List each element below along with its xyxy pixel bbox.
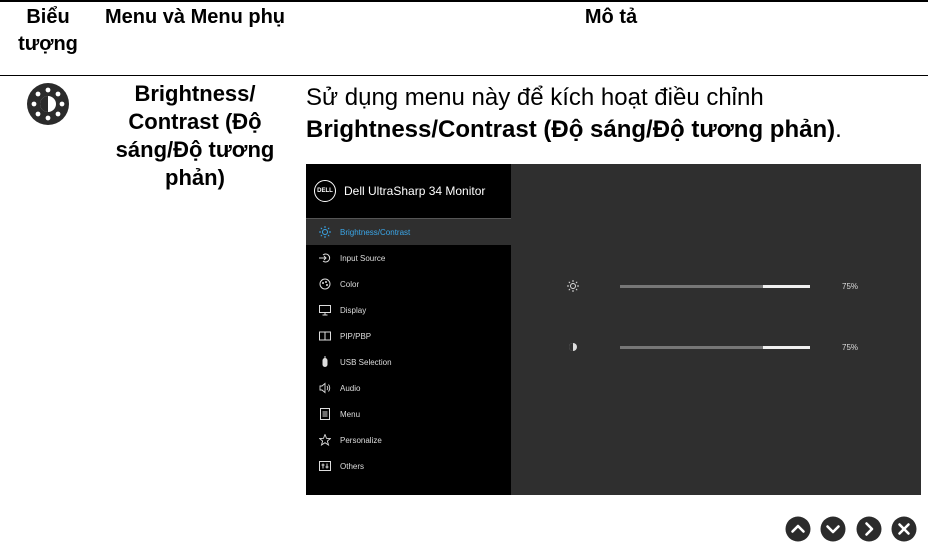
osd-sidebar: DELL Dell UltraSharp 34 Monitor Brightne…: [306, 164, 511, 495]
brightness-slider-track[interactable]: [620, 284, 810, 288]
osd-item-audio[interactable]: Audio: [306, 375, 511, 401]
star-icon: [318, 433, 332, 447]
osd-item-label: USB Selection: [340, 357, 392, 367]
contrast-slider-fill: [762, 345, 810, 349]
description-text: Sử dụng menu này để kích hoạt điều chỉnh…: [306, 82, 921, 146]
description-bold: Brightness/Contrast (Độ sáng/Độ tương ph…: [306, 116, 836, 143]
brightness-icon: [566, 279, 580, 293]
osd-item-others[interactable]: Others: [306, 453, 511, 479]
osd-item-usb-selection[interactable]: USB Selection: [306, 349, 511, 375]
header-icon-column: Biểu tượng: [18, 6, 78, 55]
osd-header: DELL Dell UltraSharp 34 Monitor: [306, 164, 511, 219]
header-rule: [0, 75, 928, 76]
osd-item-label: Brightness/Contrast: [340, 227, 411, 237]
osd-item-label: Audio: [340, 383, 361, 393]
brightness-value: 75%: [842, 281, 859, 291]
contrast-slider-track[interactable]: [620, 345, 810, 349]
osd-title: Dell UltraSharp 34 Monitor: [344, 184, 486, 198]
osd-item-label: Others: [340, 461, 365, 471]
osd-item-label: Menu: [340, 409, 361, 419]
table-top-rule: [0, 0, 928, 2]
input-source-icon: [318, 251, 332, 265]
osd-item-display[interactable]: Display: [306, 297, 511, 323]
brightness-slider-fill: [762, 284, 810, 288]
osd-panel: DELL Dell UltraSharp 34 Monitor Brightne…: [306, 164, 921, 495]
down-icon[interactable]: [820, 516, 846, 542]
contrast-slider-row[interactable]: 75%: [566, 340, 906, 354]
osd-item-color[interactable]: Color: [306, 271, 511, 297]
osd-item-label: Display: [340, 305, 367, 315]
osd-item-label: Color: [340, 279, 360, 289]
header-description-column: Mô tả: [584, 6, 638, 28]
osd-item-label: PIP/PBP: [340, 331, 372, 341]
menu-name: Brightness/ Contrast (Độ sáng/Độ tương p…: [115, 81, 275, 190]
osd-item-personalize[interactable]: Personalize: [306, 427, 511, 453]
brightness-slider-row[interactable]: 75%: [566, 279, 906, 293]
osd-item-menu[interactable]: Menu: [306, 401, 511, 427]
close-icon[interactable]: [891, 516, 917, 542]
osd-menu-list: Brightness/Contrast Input Source Color D…: [306, 219, 511, 479]
others-icon: [318, 459, 332, 473]
right-icon[interactable]: [856, 516, 882, 542]
audio-icon: [318, 381, 332, 395]
usb-icon: [318, 355, 332, 369]
display-icon: [318, 303, 332, 317]
pip-pbp-icon: [318, 329, 332, 343]
contrast-icon: [566, 340, 580, 354]
contrast-value: 75%: [842, 342, 859, 352]
up-icon[interactable]: [785, 516, 811, 542]
osd-item-pip-pbp[interactable]: PIP/PBP: [306, 323, 511, 349]
osd-item-label: Input Source: [340, 253, 386, 263]
brightness-icon: [318, 225, 332, 239]
osd-item-label: Personalize: [340, 435, 382, 445]
brightness-contrast-icon: [27, 83, 69, 125]
menu-icon: [318, 407, 332, 421]
description-end: .: [835, 116, 842, 143]
header-menu-column: Menu và Menu phụ: [105, 6, 285, 28]
osd-item-brightness-contrast[interactable]: Brightness/Contrast: [306, 219, 511, 245]
description-plain: Sử dụng menu này để kích hoạt điều chỉnh: [306, 84, 764, 111]
dell-logo: DELL: [314, 180, 336, 202]
color-icon: [318, 277, 332, 291]
osd-item-input-source[interactable]: Input Source: [306, 245, 511, 271]
